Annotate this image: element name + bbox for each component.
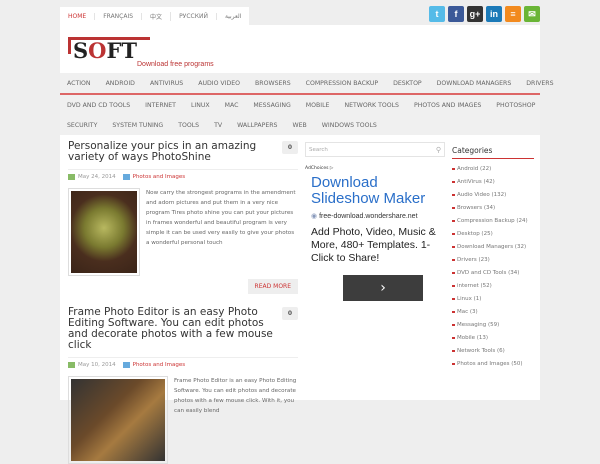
- social-icons: t f g+ in ≡ ✉: [429, 6, 540, 22]
- folder-icon: [122, 362, 130, 368]
- ad-title[interactable]: Download Slideshow Maker: [305, 175, 445, 207]
- search-icon[interactable]: ⚲: [436, 146, 441, 154]
- lang-russian[interactable]: РУССКИЙ: [171, 12, 217, 20]
- category-item[interactable]: Linux (1): [452, 296, 534, 302]
- post-title[interactable]: Personalize your pics in an amazing vari…: [68, 141, 273, 163]
- google-plus-icon[interactable]: g+: [467, 6, 483, 22]
- email-icon[interactable]: ✉: [524, 6, 540, 22]
- calendar-icon: [68, 174, 75, 180]
- nav-item[interactable]: SECURITY: [67, 122, 97, 129]
- nav-item[interactable]: ACTION: [67, 80, 91, 87]
- header: SOFT Download free programs: [60, 25, 540, 73]
- category-item[interactable]: Messaging (59): [452, 322, 534, 328]
- content: 0 Personalize your pics in an amazing va…: [60, 135, 540, 464]
- ad-description: Add Photo, Video, Music & More, 480+ Tem…: [311, 226, 436, 264]
- category-item[interactable]: Drivers (23): [452, 257, 534, 263]
- post-excerpt: Frame Photo Editor is an easy Photo Edit…: [174, 378, 297, 414]
- lang-french[interactable]: FRANÇAIS: [95, 12, 143, 20]
- category-item[interactable]: DVD and CD Tools (34): [452, 270, 534, 276]
- nav-item[interactable]: TV: [214, 122, 222, 129]
- nav-item[interactable]: ANDROID: [106, 80, 135, 87]
- post-category[interactable]: Photos and Images: [133, 174, 186, 180]
- language-menu: HOME FRANÇAIS 中文 РУССКИЙ العربية: [60, 7, 250, 25]
- top-bar: HOME FRANÇAIS 中文 РУССКИЙ العربية t f g+ in ≡…: [60, 0, 540, 25]
- post: 0 Frame Photo Editor is an easy Photo Ed…: [68, 307, 298, 464]
- nav-item[interactable]: INTERNET: [145, 102, 176, 109]
- post-date: May 24, 2014: [78, 174, 116, 180]
- ad-url[interactable]: ◉ free-download.wondershare.net: [305, 212, 445, 220]
- adchoices-label[interactable]: AdChoices ▷: [305, 166, 445, 171]
- categories-widget: Categories Android (22) AntiVirus (42) Aud…: [452, 146, 534, 367]
- nav-row1: ACTION ANDROID ANTIVIRUS AUDIO VIDEO BROWSER…: [60, 73, 554, 95]
- ad-column: Search ⚲ AdChoices ▷ Download Slideshow M…: [305, 142, 445, 301]
- nav-item[interactable]: MESSAGING: [253, 102, 290, 109]
- post-category[interactable]: Photos and Images: [133, 362, 186, 368]
- post-title[interactable]: Frame Photo Editor is an easy Photo Edit…: [68, 307, 273, 351]
- post-date: May 10, 2014: [78, 362, 116, 368]
- read-more-button[interactable]: READ MORE: [247, 279, 298, 294]
- nav-item[interactable]: ANTIVIRUS: [150, 80, 183, 87]
- category-nav: ACTION ANDROID ANTIVIRUS AUDIO VIDEO BROWSER…: [60, 73, 554, 135]
- categories-title: Categories: [452, 146, 534, 159]
- nav-item[interactable]: TOOLS: [178, 122, 199, 129]
- comment-count[interactable]: 0: [282, 307, 298, 320]
- rss-icon[interactable]: ≡: [505, 6, 521, 22]
- nav-item[interactable]: BROWSERS: [255, 80, 291, 87]
- comment-count[interactable]: 0: [282, 141, 298, 154]
- category-item[interactable]: Audio Video (132): [452, 192, 534, 198]
- category-item[interactable]: Compression Backup (24): [452, 218, 534, 224]
- linkedin-icon[interactable]: in: [486, 6, 502, 22]
- nav-item[interactable]: DESKTOP: [393, 80, 422, 87]
- post-thumbnail[interactable]: [68, 188, 140, 276]
- globe-icon: ◉: [311, 213, 320, 220]
- lang-home[interactable]: HOME: [60, 12, 96, 20]
- nav-item[interactable]: WINDOWS TOOLS: [322, 122, 377, 129]
- nav-item[interactable]: PHOTOS AND IMAGES: [414, 102, 481, 109]
- nav-item[interactable]: DRIVERS: [526, 80, 553, 87]
- nav-item[interactable]: DOWNLOAD MANAGERS: [437, 80, 512, 87]
- category-item[interactable]: Browsers (34): [452, 205, 534, 211]
- search-placeholder: Search: [309, 147, 328, 153]
- nav-row3: SECURITY SYSTEM TUNING TOOLS TV WALLPAPERS WE…: [60, 115, 540, 135]
- nav-item[interactable]: LINUX: [191, 102, 210, 109]
- lang-arabic[interactable]: العربية: [217, 13, 249, 20]
- folder-icon: [122, 174, 130, 180]
- nav-item[interactable]: WALLPAPERS: [237, 122, 277, 129]
- category-item[interactable]: Mac (3): [452, 309, 534, 315]
- post-thumbnail[interactable]: [68, 376, 168, 464]
- category-item[interactable]: Mobile (13): [452, 335, 534, 341]
- posts: 0 Personalize your pics in an amazing va…: [68, 141, 298, 464]
- nav-item[interactable]: AUDIO VIDEO: [198, 80, 240, 87]
- page: HOME FRANÇAIS 中文 РУССКИЙ العربية t f g+ in ≡…: [60, 0, 554, 464]
- nav-item[interactable]: MAC: [225, 102, 239, 109]
- category-item[interactable]: AntiVirus (42): [452, 179, 534, 185]
- nav-item[interactable]: COMPRESSION BACKUP: [306, 80, 378, 87]
- twitter-icon[interactable]: t: [429, 6, 445, 22]
- category-item[interactable]: Photos and Images (50): [452, 361, 534, 367]
- lang-chinese[interactable]: 中文: [142, 11, 172, 21]
- category-item[interactable]: Desktop (25): [452, 231, 534, 237]
- ad-arrow-button[interactable]: ›: [343, 275, 423, 301]
- nav-item[interactable]: NETWORK TOOLS: [344, 102, 399, 109]
- nav-item[interactable]: PHOTOSHOP: [496, 102, 535, 109]
- category-item[interactable]: Network Tools (6): [452, 348, 534, 354]
- categories-list: Android (22) AntiVirus (42) Audio Video (1…: [452, 166, 534, 367]
- site-tagline: Download free programs: [137, 61, 214, 68]
- ad-url-text: free-download.wondershare.net: [319, 213, 418, 220]
- category-item[interactable]: Android (22): [452, 166, 534, 172]
- post-excerpt: Now carry the strongest programs in the …: [146, 190, 296, 246]
- nav-item[interactable]: WEB: [292, 122, 306, 129]
- nav-item[interactable]: DVD AND CD TOOLS: [67, 102, 130, 109]
- post: 0 Personalize your pics in an amazing va…: [68, 141, 298, 295]
- calendar-icon: [68, 362, 75, 368]
- category-item[interactable]: Download Managers (32): [452, 244, 534, 250]
- facebook-icon[interactable]: f: [448, 6, 464, 22]
- nav-item[interactable]: SYSTEM TUNING: [112, 122, 163, 129]
- nav-row2: DVD AND CD TOOLS INTERNET LINUX MAC MESSAGIN…: [60, 95, 540, 115]
- search-input[interactable]: Search ⚲: [305, 142, 445, 157]
- nav-item[interactable]: MOBILE: [306, 102, 330, 109]
- category-item[interactable]: internet (52): [452, 283, 534, 289]
